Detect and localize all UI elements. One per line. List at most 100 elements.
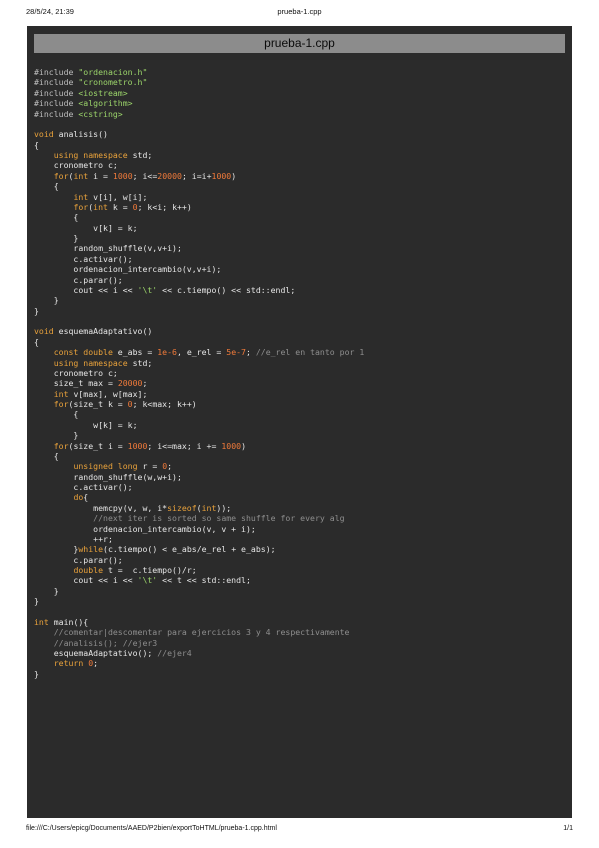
code-token: { bbox=[34, 181, 59, 192]
file-name-bar: prueba-1.cpp bbox=[34, 34, 565, 53]
code-token: double bbox=[73, 565, 104, 575]
code-token: 1e-6 bbox=[157, 347, 177, 358]
code-token: #include bbox=[34, 67, 79, 77]
code-token: , e_rel = bbox=[176, 347, 227, 358]
code-token: << c.tiempo() << std::endl; bbox=[157, 284, 296, 295]
code-line: for(size_t k = 0; k<max; k++) bbox=[34, 399, 364, 409]
code-token: void bbox=[34, 326, 54, 337]
code-token: "ordenacion.h" bbox=[78, 67, 148, 77]
code-token: #include bbox=[34, 98, 79, 109]
code-token: v[k] = k; bbox=[34, 222, 138, 233]
code-token: for bbox=[73, 201, 89, 212]
code-line: random_shuffle(w,w+i); bbox=[34, 472, 364, 482]
code-line: } bbox=[34, 430, 364, 440]
code-line: memcpy(v, w, i*sizeof(int)); bbox=[34, 503, 364, 513]
code-token: c.parar(); bbox=[34, 554, 123, 565]
code-token: { bbox=[34, 139, 39, 150]
code-line: unsigned long r = 0; bbox=[34, 461, 364, 471]
code-block: #include "ordenacion.h" #include "cronome… bbox=[34, 67, 364, 679]
code-token: c.activar(); bbox=[34, 253, 133, 264]
code-token: ordenacion_intercambio(v,v+i); bbox=[34, 264, 222, 275]
code-line: for(size_t i = 1000; i<=max; i += 1000) bbox=[34, 441, 364, 451]
code-token: } bbox=[34, 430, 79, 441]
code-token: ; i<=max; i += bbox=[147, 440, 222, 451]
code-token: i = bbox=[88, 170, 113, 181]
code-token: 1000 bbox=[127, 440, 148, 451]
code-line: for(int k = 0; k<i; k++) bbox=[34, 202, 364, 212]
code-line: } bbox=[34, 586, 364, 596]
file-path: file:///C:/Users/epicg/Documents/AAED/P2… bbox=[26, 825, 277, 832]
code-token: int bbox=[53, 388, 69, 399]
code-token: while bbox=[78, 544, 104, 555]
code-line: double t = c.tiempo()/r; bbox=[34, 565, 364, 575]
code-token: cout << i << bbox=[34, 284, 138, 295]
code-line: c.activar(); bbox=[34, 254, 364, 264]
code-token: t = c.tiempo()/r; bbox=[103, 565, 197, 575]
code-token: 20000 bbox=[157, 170, 182, 181]
code-token: { bbox=[34, 336, 39, 347]
code-line: cronometro c; bbox=[34, 160, 364, 170]
code-line: } bbox=[34, 233, 364, 243]
code-token: //e_rel en tanto por 1 bbox=[255, 347, 365, 358]
code-token: main(){ bbox=[48, 616, 89, 627]
code-token: for bbox=[53, 440, 69, 451]
code-line: using namespace std; bbox=[34, 358, 364, 368]
code-token: { bbox=[34, 450, 59, 461]
code-line: } bbox=[34, 669, 364, 679]
code-token: } bbox=[34, 544, 79, 555]
code-token: ; k<i; k++) bbox=[137, 201, 192, 212]
code-token: ) bbox=[241, 440, 246, 451]
code-token: 1000 bbox=[211, 170, 232, 181]
code-token: unsigned long bbox=[73, 461, 138, 472]
code-line: size_t max = 20000; bbox=[34, 378, 364, 388]
code-token: c.parar(); bbox=[34, 274, 123, 285]
code-token: std; bbox=[127, 150, 153, 160]
code-token: size_t max = bbox=[34, 378, 118, 389]
code-line: esquemaAdaptativo(); //ejer4 bbox=[34, 648, 364, 658]
code-token: cronometro c; bbox=[34, 367, 118, 378]
print-footer: file:///C:/Users/epicg/Documents/AAED/P2… bbox=[26, 825, 573, 837]
code-line: for(int i = 1000; i<=20000; i=i+1000) bbox=[34, 171, 364, 181]
code-line: #include "cronometro.h" bbox=[34, 77, 364, 87]
code-token: analisis() bbox=[53, 129, 108, 140]
code-token: } bbox=[34, 233, 79, 243]
code-token: '\t' bbox=[137, 284, 158, 295]
code-token: return bbox=[53, 658, 84, 669]
code-line: //comentar|descomentar para ejercicios 3… bbox=[34, 627, 364, 637]
code-token: ) bbox=[231, 170, 237, 181]
code-token: c.activar(); bbox=[34, 482, 133, 492]
code-line: { bbox=[34, 451, 364, 461]
code-token: ; bbox=[167, 461, 173, 472]
code-token: <iostream> bbox=[78, 87, 128, 98]
code-token: std; bbox=[127, 357, 153, 368]
code-token: e_abs = bbox=[112, 347, 158, 358]
code-token: } bbox=[34, 305, 39, 316]
code-token: ; bbox=[93, 658, 99, 669]
code-token: (size_t i = bbox=[68, 440, 128, 451]
code-token: //next iter is sorted so same shuffle fo… bbox=[93, 513, 345, 524]
code-panel: prueba-1.cpp #include "ordenacion.h" #inc… bbox=[27, 26, 572, 818]
code-line: { bbox=[34, 212, 364, 222]
code-token: for bbox=[53, 399, 69, 409]
code-token: //comentar|descomentar para ejercicios 3… bbox=[53, 627, 350, 638]
code-line: int v[max], w[max]; bbox=[34, 389, 364, 399]
code-token: //analisis(); //ejer3 bbox=[53, 637, 158, 648]
code-token: #include bbox=[34, 108, 79, 119]
code-token: ; i<= bbox=[132, 170, 158, 181]
code-token: w[k] = k; bbox=[34, 419, 138, 430]
code-token: } bbox=[34, 585, 59, 596]
code-line: { bbox=[34, 337, 364, 347]
code-token: ; k<max; k++) bbox=[132, 399, 197, 409]
